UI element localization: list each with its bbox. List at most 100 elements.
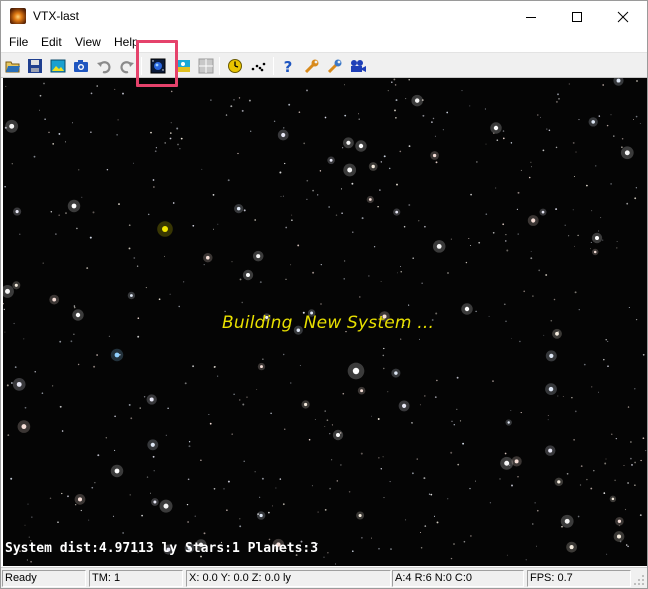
star [496,139,499,141]
star [575,151,577,153]
star-viewport[interactable]: Building New System ... System dist:4.97… [3,78,647,566]
star [546,128,548,130]
video-camera-button[interactable] [349,57,367,75]
star [76,227,78,230]
galaxy-button[interactable] [174,57,192,75]
star [122,92,124,95]
star [532,523,534,525]
star [598,115,601,117]
path-button[interactable] [250,57,268,75]
star [507,421,510,424]
star [116,134,118,136]
clock-button[interactable] [226,57,244,75]
star [517,233,519,235]
star [200,459,202,461]
star [530,161,532,163]
menu-view[interactable]: View [75,35,101,49]
star [405,98,407,100]
star [394,84,397,86]
star [312,189,314,192]
star [239,278,242,281]
star [602,84,605,86]
star [591,210,593,212]
camera-button[interactable] [72,57,90,75]
star [114,352,120,358]
star [284,428,286,430]
star [591,120,595,124]
star [447,272,449,274]
star [341,212,343,214]
star [213,366,216,368]
menu-edit[interactable]: Edit [41,35,62,49]
star [96,85,98,87]
star [261,477,264,480]
star [394,109,396,112]
menu-help[interactable]: Help [114,35,139,49]
redo-button[interactable] [118,57,136,75]
star [520,169,522,171]
star [433,515,436,517]
star [635,115,638,118]
star [382,354,385,357]
star [548,386,554,392]
star [183,281,185,283]
star [405,519,407,521]
wrench-button[interactable] [303,57,321,75]
wrench-blue-button[interactable] [326,57,344,75]
star [419,531,422,534]
close-button[interactable] [600,1,646,32]
star [227,480,230,483]
star [605,338,607,341]
image-button[interactable] [49,57,67,75]
star [270,412,272,415]
star [595,236,599,240]
star [90,92,93,95]
maximize-button[interactable] [554,1,600,32]
star [187,478,190,481]
star [516,208,518,210]
star [450,451,453,454]
star [555,208,558,211]
window-title: VTX-last [33,9,80,23]
star [342,147,344,149]
menu-file[interactable]: File [9,35,28,49]
help-button[interactable]: ? [279,57,297,75]
star [586,478,588,481]
star [65,212,67,215]
star [306,89,308,92]
minimize-button[interactable] [508,1,554,32]
star [621,137,624,140]
star [621,146,623,148]
star [141,514,143,517]
star [543,334,545,336]
star [536,545,537,547]
star [179,148,181,150]
star [225,114,228,116]
star [329,487,331,490]
star [73,305,76,307]
star [208,413,210,415]
star [30,560,32,563]
star [42,262,44,264]
star [44,118,46,121]
star [530,251,532,252]
star [49,497,52,500]
star [557,480,561,484]
star [360,452,363,455]
star [24,524,26,526]
star [246,396,248,398]
new-system-button[interactable] [149,57,167,75]
title-bar: VTX-last [1,1,647,32]
star [604,462,607,465]
resize-grip-icon[interactable] [633,574,645,586]
star [378,547,380,550]
star [577,515,580,518]
star [611,433,613,435]
open-button[interactable] [4,57,22,75]
star [226,509,228,512]
star [617,519,622,523]
grid-button[interactable] [197,57,215,75]
undo-button[interactable] [95,57,113,75]
save-button[interactable] [26,57,44,75]
star [416,458,418,460]
